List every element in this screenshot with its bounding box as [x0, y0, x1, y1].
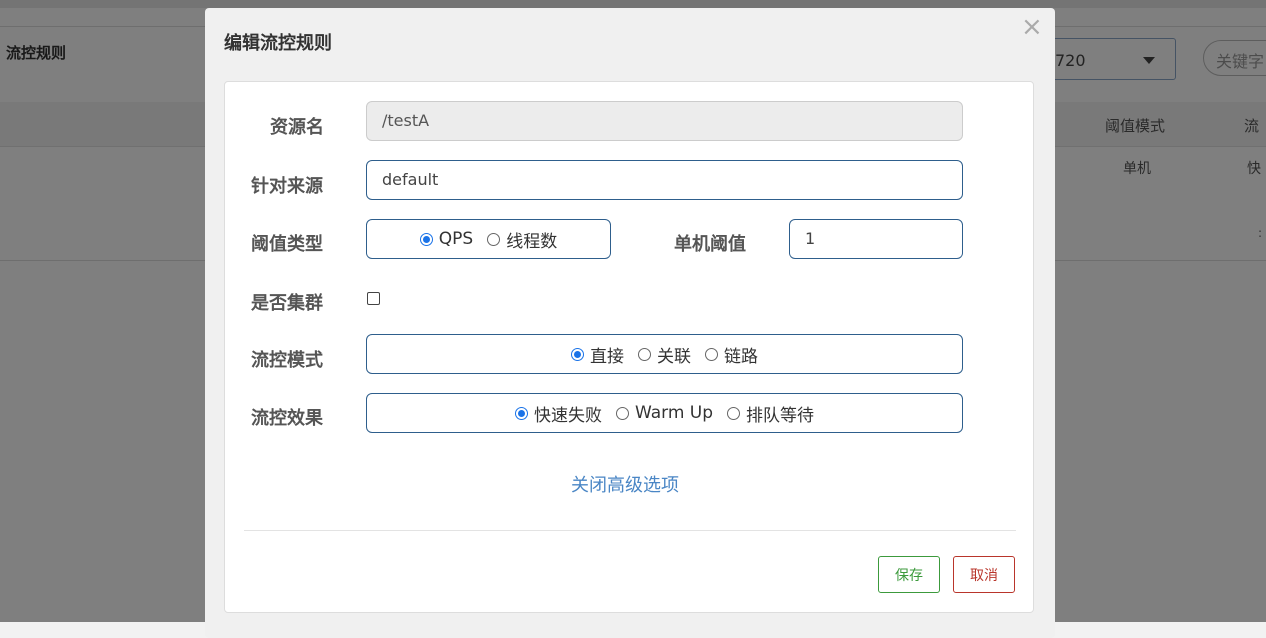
- strategy-option-label: 直接: [590, 346, 624, 367]
- cancel-button[interactable]: 取消: [953, 556, 1015, 593]
- radio-checked-icon[interactable]: [571, 347, 584, 361]
- behavior-option-fail-fast[interactable]: 快速失败: [514, 401, 602, 426]
- radio-unchecked-icon[interactable]: [615, 406, 629, 420]
- resource-input[interactable]: /testA: [366, 101, 963, 141]
- cluster-checkbox[interactable]: [367, 292, 380, 305]
- strategy-option-relate[interactable]: 关联: [638, 342, 691, 367]
- limit-app-label: 针对来源: [251, 176, 323, 197]
- radio-unchecked-icon[interactable]: [638, 347, 651, 361]
- limit-app-input[interactable]: default: [366, 160, 963, 200]
- cluster-label: 是否集群: [251, 293, 323, 314]
- strategy-option-chain[interactable]: 链路: [705, 342, 758, 367]
- count-value: 1: [805, 229, 816, 248]
- resource-value: /testA: [382, 111, 430, 130]
- behavior-option-warm-up[interactable]: Warm Up: [615, 403, 714, 423]
- limit-app-value: default: [382, 170, 439, 189]
- close-icon[interactable]: ×: [1021, 14, 1043, 40]
- count-input[interactable]: 1: [789, 219, 963, 259]
- strategy-option-label: 关联: [657, 346, 691, 367]
- strategy-option-label: 链路: [724, 346, 758, 367]
- strategy-radio-group: 直接 关联 链路: [366, 334, 963, 374]
- behavior-radio-group: 快速失败 Warm Up 排队等待: [366, 393, 963, 433]
- dialog-title: 编辑流控规则: [224, 33, 332, 54]
- radio-unchecked-icon[interactable]: [727, 406, 741, 420]
- edit-flow-rule-dialog: 编辑流控规则 × 资源名 /testA 针对来源 default 阈值类型 QP…: [205, 8, 1055, 638]
- radio-checked-icon[interactable]: [514, 406, 528, 420]
- form-panel: 资源名 /testA 针对来源 default 阈值类型 QPS 线程数 单机阈…: [224, 81, 1034, 613]
- behavior-option-label: 快速失败: [533, 405, 602, 426]
- count-label: 单机阈值: [674, 234, 746, 255]
- strategy-label: 流控模式: [251, 350, 323, 371]
- behavior-label: 流控效果: [251, 408, 323, 429]
- behavior-option-queue[interactable]: 排队等待: [727, 401, 814, 426]
- radio-checked-icon[interactable]: [419, 232, 433, 246]
- grade-label: 阈值类型: [251, 234, 323, 255]
- behavior-option-label: 排队等待: [746, 405, 815, 426]
- resource-label: 资源名: [270, 117, 324, 138]
- footer-divider: [244, 530, 1016, 531]
- grade-option-threads[interactable]: 线程数: [487, 227, 557, 252]
- radio-unchecked-icon[interactable]: [705, 347, 718, 361]
- grade-option-label: 线程数: [506, 231, 558, 252]
- toggle-advanced-link[interactable]: 关闭高级选项: [571, 471, 679, 497]
- grade-option-label: QPS: [438, 229, 474, 249]
- behavior-option-label: Warm Up: [634, 403, 714, 423]
- grade-option-qps[interactable]: QPS: [419, 229, 474, 249]
- radio-unchecked-icon[interactable]: [487, 232, 501, 246]
- grade-radio-group: QPS 线程数: [366, 219, 611, 259]
- strategy-option-direct[interactable]: 直接: [571, 342, 624, 367]
- save-button[interactable]: 保存: [878, 556, 940, 593]
